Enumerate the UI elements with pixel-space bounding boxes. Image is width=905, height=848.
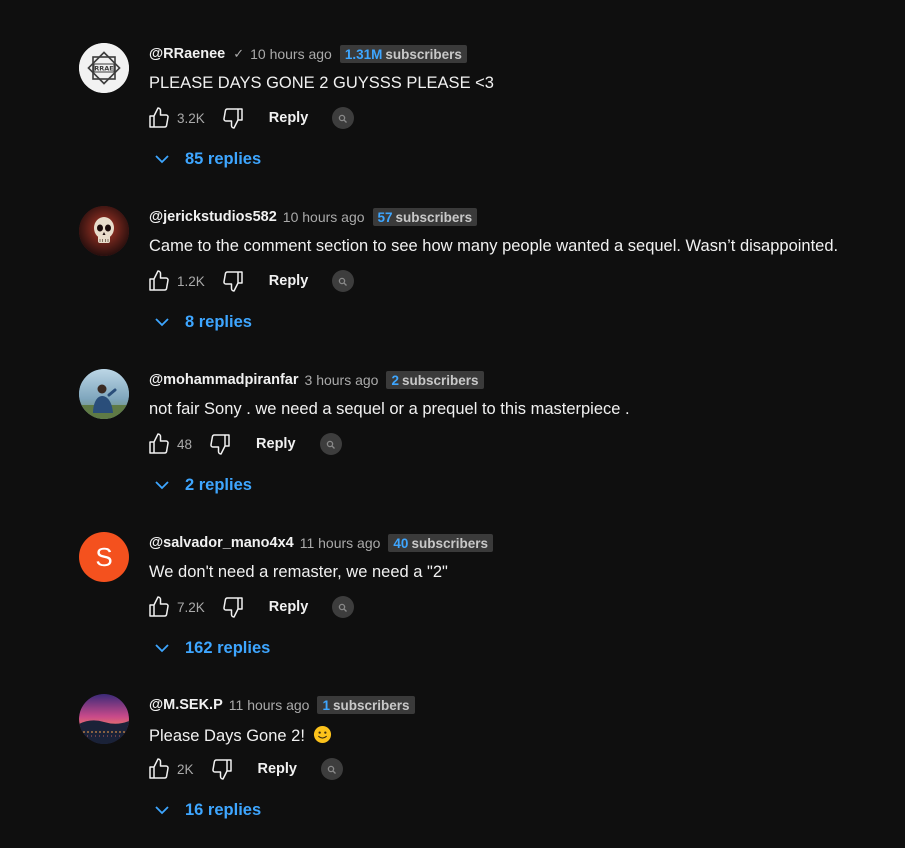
comment-thread: S @salvador_mano4x4 11 hours ago 40 subs…	[79, 532, 889, 682]
avatar[interactable]	[79, 369, 129, 419]
comment-text: Came to the comment section to see how m…	[149, 237, 839, 255]
comment-header: @salvador_mano4x4 11 hours ago 40 subscr…	[149, 532, 493, 554]
skull-icon	[79, 206, 129, 256]
svg-text:RRAE: RRAE	[94, 65, 113, 73]
replies-count: 85 replies	[185, 149, 262, 168]
like-count: 7.2K	[177, 599, 205, 615]
replies-count: 162 replies	[185, 638, 271, 657]
thumbs-down-icon[interactable]	[208, 755, 236, 783]
comment-text: We don't need a remaster, we need a "2"	[149, 563, 448, 581]
view-replies-button[interactable]: 85 replies	[153, 146, 261, 172]
subscriber-count: 1	[322, 697, 330, 713]
extension-icon[interactable]	[319, 433, 342, 455]
avatar[interactable]	[79, 206, 129, 256]
comment-text: not fair Sony . we need a sequel or a pr…	[149, 400, 630, 418]
avatar-logo-icon: RRAE	[79, 43, 129, 93]
thumbs-down-icon[interactable]	[206, 430, 234, 458]
comment-thread: @mohammadpiranfar 3 hours ago 2 subscrib…	[79, 369, 889, 519]
view-replies-button[interactable]: 162 replies	[153, 635, 270, 661]
thumbs-up-icon[interactable]	[145, 593, 173, 621]
comment-time[interactable]: 11 hours ago	[300, 535, 381, 551]
subscriber-count: 1.31M	[344, 46, 383, 62]
subscriber-count: 57	[377, 209, 393, 225]
subscriber-badge: 1 subscribers	[317, 696, 415, 714]
subscriber-badge: 57 subscribers	[372, 208, 478, 226]
person-photo-icon	[79, 369, 129, 419]
comment-time[interactable]: 10 hours ago	[250, 46, 332, 62]
comment-actions: 1.2K Reply	[145, 263, 355, 299]
comment-thread: @jerickstudios582 10 hours ago 57 subscr…	[79, 206, 889, 356]
subscriber-count: 2	[391, 372, 399, 388]
like-count: 2K	[177, 761, 194, 777]
sunset-photo-icon	[79, 694, 129, 744]
replies-count: 2 replies	[185, 475, 252, 494]
extension-icon[interactable]	[332, 270, 355, 292]
checkmark-icon: ✓	[233, 46, 245, 61]
comment-time[interactable]: 10 hours ago	[283, 209, 365, 225]
subscriber-badge: 2 subscribers	[386, 371, 484, 389]
extension-icon[interactable]	[332, 107, 355, 129]
extension-icon[interactable]	[321, 758, 344, 780]
comment-actions: 3.2K Reply	[145, 100, 355, 136]
subscriber-label: subscribers	[411, 535, 488, 551]
author-handle[interactable]: @jerickstudios582	[149, 209, 277, 225]
subscriber-label: subscribers	[332, 697, 410, 713]
extension-icon[interactable]	[332, 596, 355, 618]
reply-button[interactable]: Reply	[258, 761, 298, 777]
subscriber-count: 40	[393, 535, 409, 551]
like-count: 1.2K	[177, 273, 205, 289]
reply-button[interactable]: Reply	[269, 599, 309, 615]
comments-section: RRAE @RRaenee ✓ 10 hours ago 1.31M subsc…	[0, 0, 905, 848]
subscriber-label: subscribers	[395, 209, 473, 225]
chevron-down-icon	[155, 155, 169, 164]
comment-time[interactable]: 11 hours ago	[229, 697, 310, 713]
comment-text-body: Please Days Gone 2!	[149, 727, 305, 745]
replies-count: 8 replies	[185, 312, 252, 331]
subscriber-badge: 40 subscribers	[388, 534, 493, 552]
avatar[interactable]	[79, 694, 129, 744]
thumbs-up-icon[interactable]	[145, 430, 173, 458]
chevron-down-icon	[155, 318, 169, 327]
reply-button[interactable]: Reply	[256, 436, 296, 452]
view-replies-button[interactable]: 16 replies	[153, 797, 261, 823]
comment-actions: 7.2K Reply	[145, 589, 355, 625]
thumbs-down-icon[interactable]	[219, 267, 247, 295]
subscriber-label: subscribers	[385, 46, 462, 62]
comment-header: @RRaenee ✓ 10 hours ago 1.31M subscriber…	[149, 43, 467, 65]
comment-header: @mohammadpiranfar 3 hours ago 2 subscrib…	[149, 369, 484, 391]
comment-actions: 2K Reply	[145, 751, 344, 787]
thumbs-up-icon[interactable]	[145, 267, 173, 295]
chevron-down-icon	[155, 644, 169, 653]
reply-button[interactable]: Reply	[269, 273, 309, 289]
author-handle[interactable]: @mohammadpiranfar	[149, 372, 299, 388]
replies-count: 16 replies	[185, 800, 262, 819]
author-handle[interactable]: @salvador_mano4x4	[149, 535, 294, 551]
chevron-down-icon	[155, 806, 169, 815]
author-handle[interactable]: @RRaenee	[149, 46, 225, 62]
comment-text: Please Days Gone 2!	[149, 725, 332, 749]
thumbs-up-icon[interactable]	[145, 104, 173, 132]
thumbs-up-icon[interactable]	[145, 755, 173, 783]
view-replies-button[interactable]: 2 replies	[153, 472, 252, 498]
subscriber-label: subscribers	[401, 372, 479, 388]
comment-header: @jerickstudios582 10 hours ago 57 subscr…	[149, 206, 478, 228]
comment-text: PLEASE DAYS GONE 2 GUYSSS PLEASE <3	[149, 74, 494, 92]
subscriber-badge: 1.31M subscribers	[339, 45, 467, 63]
comment-time[interactable]: 3 hours ago	[305, 372, 379, 388]
thumbs-down-icon[interactable]	[219, 104, 247, 132]
comment-actions: 48 Reply	[145, 426, 342, 462]
author-handle[interactable]: @M.SEK.P	[149, 697, 223, 713]
view-replies-button[interactable]: 8 replies	[153, 309, 252, 335]
comment-thread: @M.SEK.P 11 hours ago 1 subscribers Plea…	[79, 694, 889, 844]
chevron-down-icon	[155, 481, 169, 490]
comment-header: @M.SEK.P 11 hours ago 1 subscribers	[149, 694, 415, 716]
like-count: 48	[177, 436, 193, 452]
avatar[interactable]: S	[79, 532, 129, 582]
like-count: 3.2K	[177, 110, 205, 126]
thumbs-down-icon[interactable]	[219, 593, 247, 621]
reply-button[interactable]: Reply	[269, 110, 309, 126]
avatar[interactable]: RRAE	[79, 43, 129, 93]
comment-thread: RRAE @RRaenee ✓ 10 hours ago 1.31M subsc…	[79, 43, 889, 193]
slightly-smiling-face-emoji	[313, 725, 332, 749]
